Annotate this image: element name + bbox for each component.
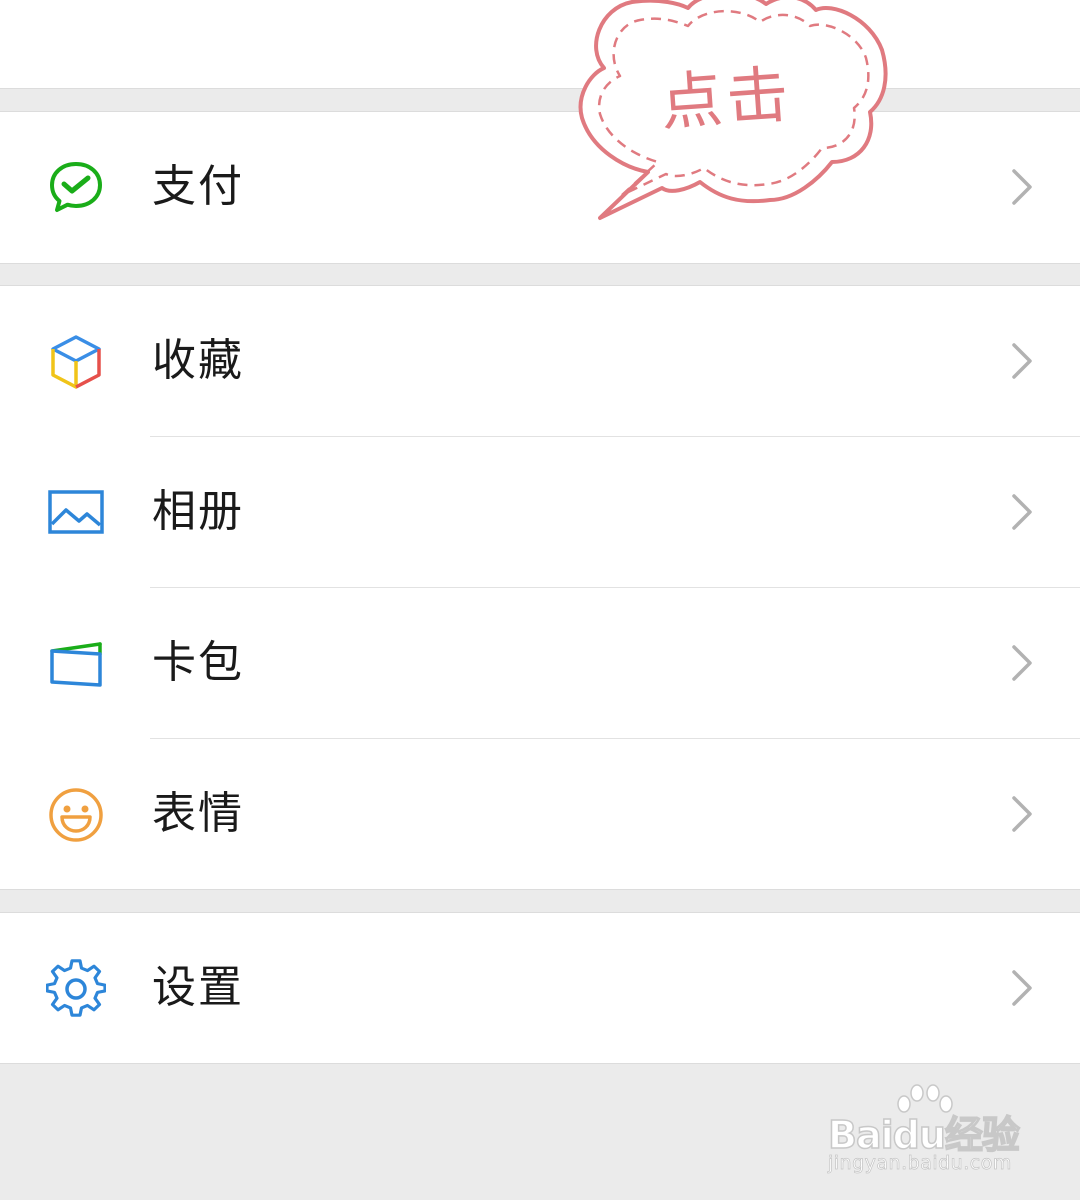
watermark-logo: Baidu经验 [827, 1112, 1020, 1158]
gear-icon [46, 959, 106, 1017]
wechat-pay-icon [50, 162, 102, 212]
chevron-right-icon [1012, 169, 1032, 205]
menu-item-favorites[interactable]: 收藏 [0, 286, 1080, 436]
payment-section: 支付 [0, 111, 1080, 264]
smiley-icon [49, 788, 103, 842]
menu-label-cards: 卡包 [152, 637, 244, 688]
menu-label-settings: 设置 [152, 962, 244, 1013]
wallet-icon [50, 642, 102, 687]
menu-item-payment[interactable]: 支付 [0, 112, 1080, 262]
image-icon [48, 490, 104, 534]
main-menu-section: 收藏 相册 卡包 表情 [0, 285, 1080, 890]
menu-label-payment: 支付 [152, 161, 244, 212]
chevron-right-icon [1012, 343, 1032, 379]
menu-item-album[interactable]: 相册 [0, 437, 1080, 587]
menu-item-settings[interactable]: 设置 [0, 913, 1080, 1063]
annotation-label: 点击 [657, 57, 795, 140]
chevron-right-icon [1012, 645, 1032, 681]
menu-label-favorites: 收藏 [152, 335, 244, 386]
settings-section: 设置 [0, 912, 1080, 1064]
menu-label-album: 相册 [152, 486, 244, 537]
menu-item-cards[interactable]: 卡包 [0, 588, 1080, 738]
chevron-right-icon [1012, 494, 1032, 530]
chevron-right-icon [1012, 970, 1032, 1006]
watermark-url: jingyan.baidu.com [828, 1152, 1012, 1175]
menu-item-stickers[interactable]: 表情 [0, 739, 1080, 889]
baidu-watermark: Baidu经验 jingyan.baidu.com [827, 1082, 1028, 1182]
top-section [0, 0, 1080, 89]
menu-label-stickers: 表情 [152, 788, 244, 839]
chevron-right-icon [1012, 796, 1032, 832]
cube-icon [51, 335, 101, 389]
